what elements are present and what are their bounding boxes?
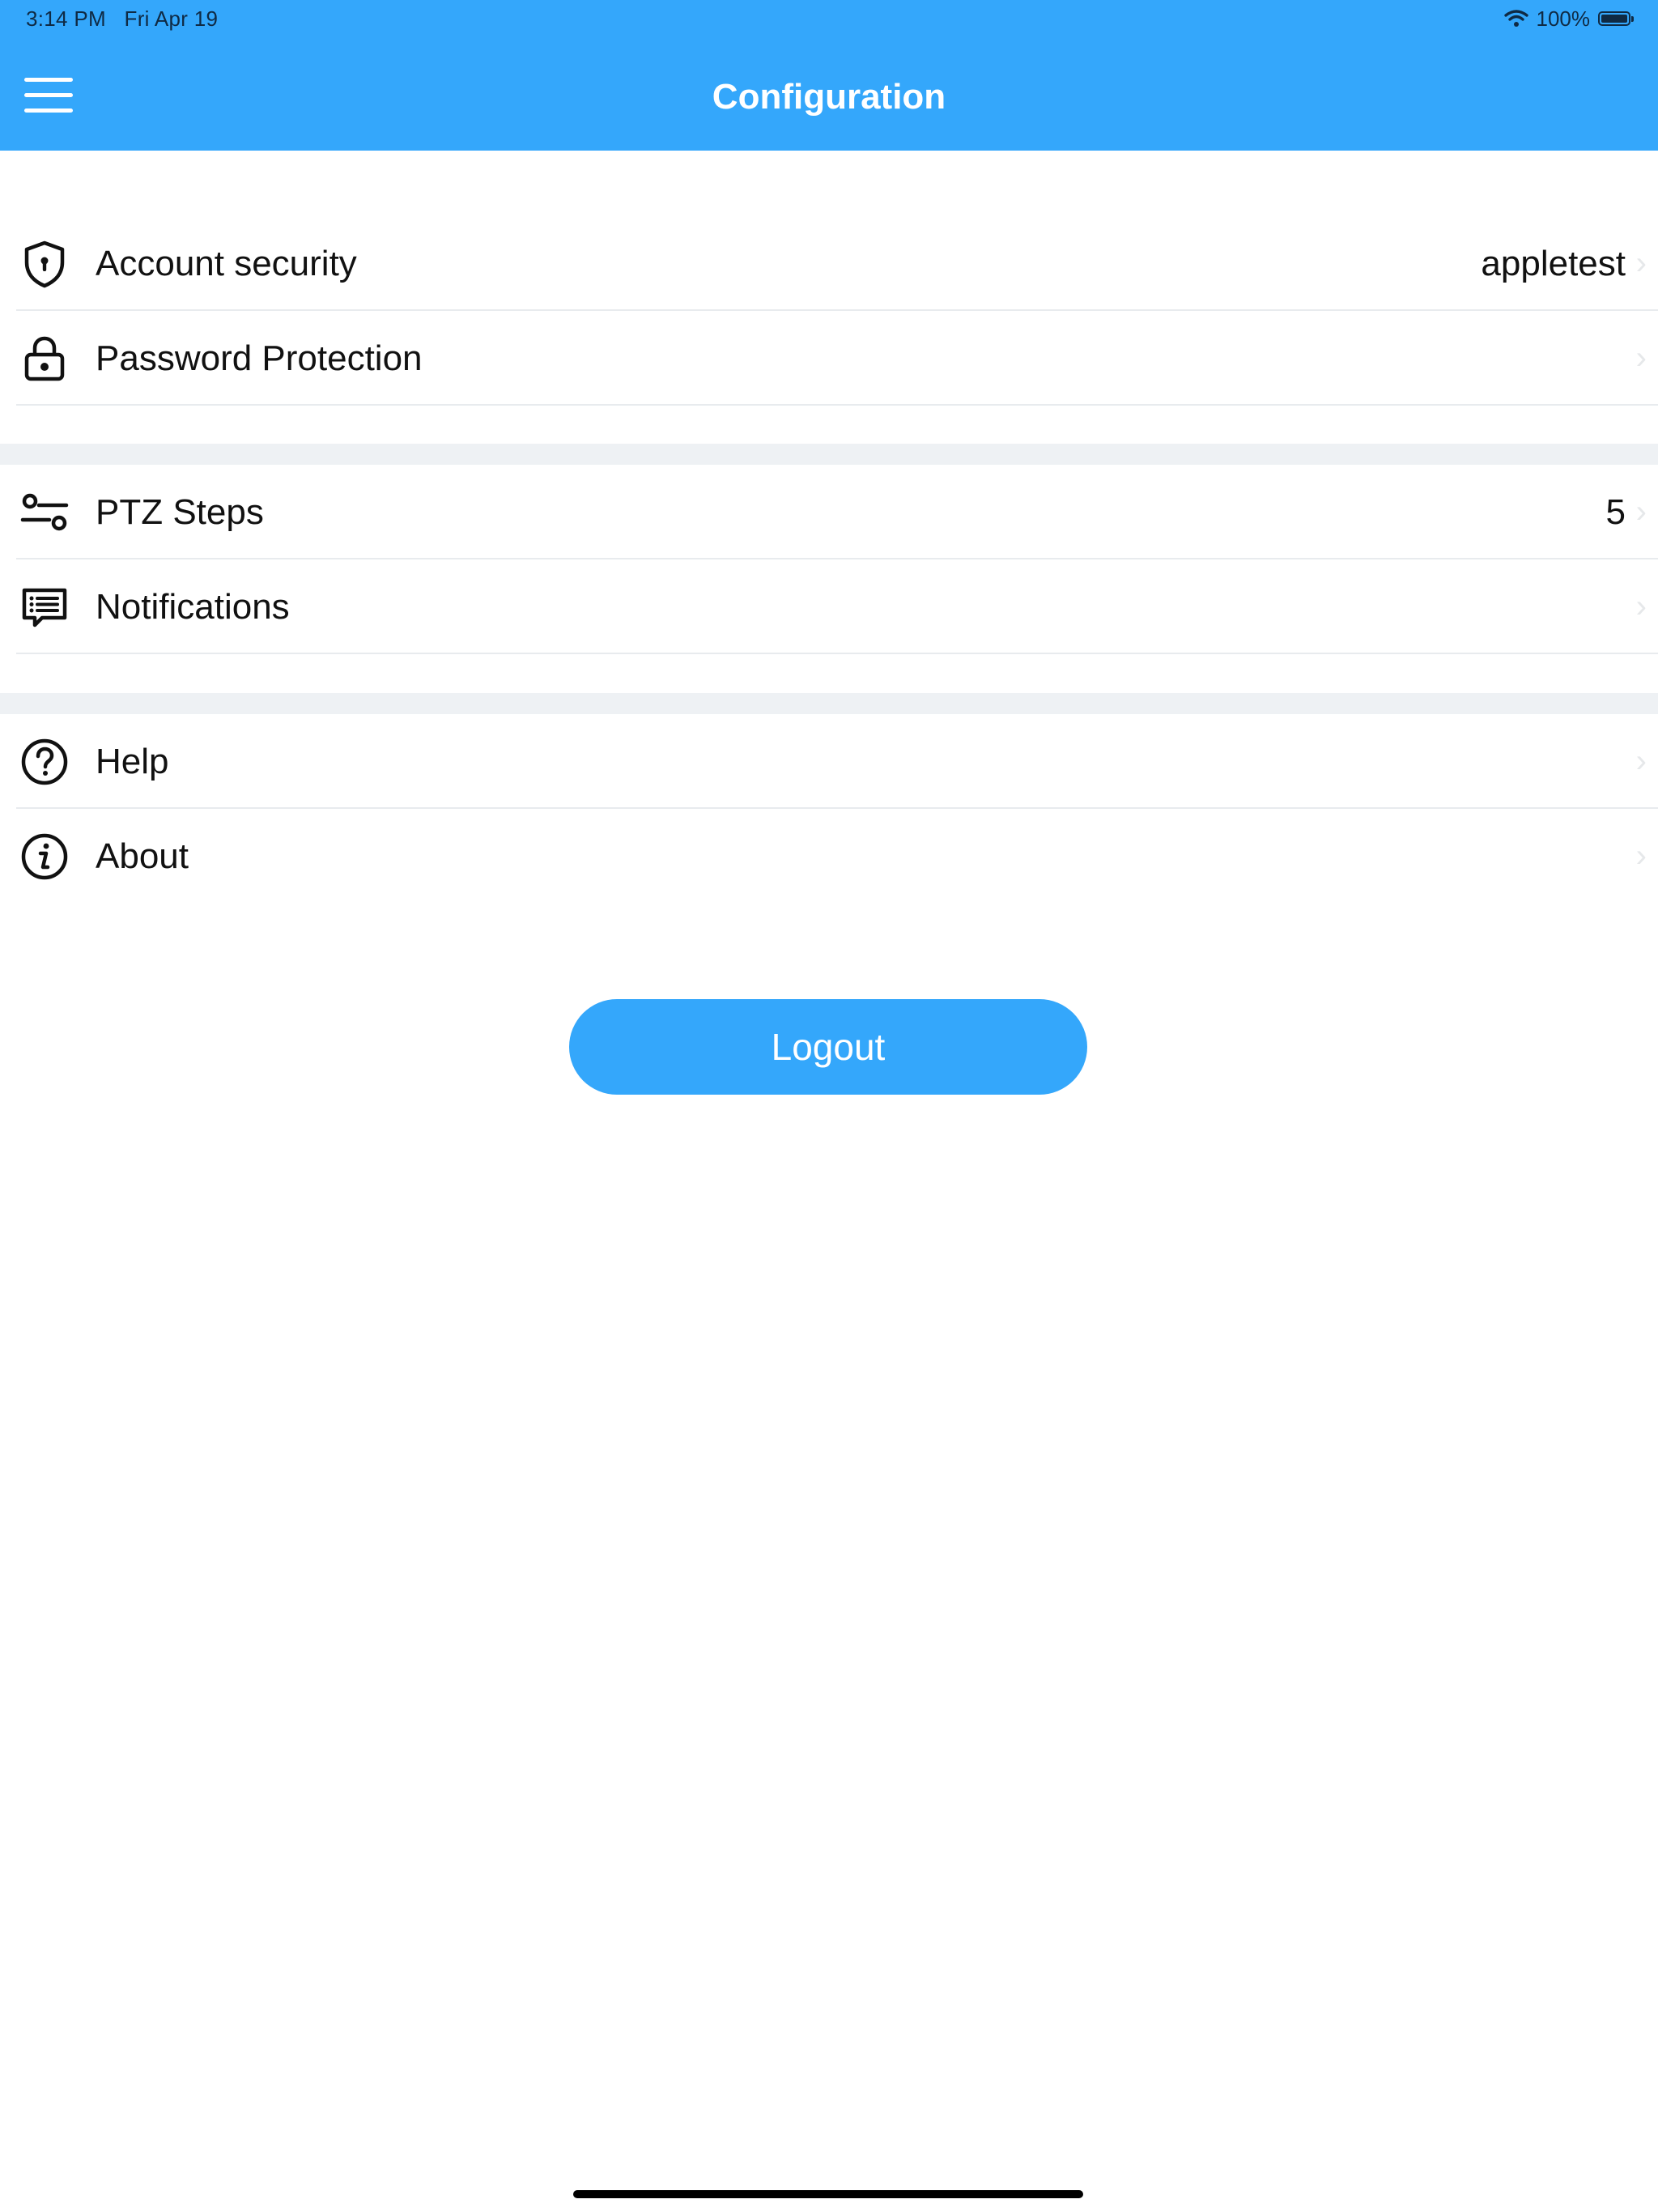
account-security-label: Account security: [96, 244, 357, 283]
battery-icon: [1598, 11, 1634, 26]
help-label: Help: [96, 742, 169, 781]
chevron-right-icon: ›: [1635, 340, 1647, 376]
status-time: 3:14 PM Fri Apr 19: [26, 6, 219, 31]
account-section: Account security appletest › Password Pr…: [0, 216, 1658, 406]
home-indicator[interactable]: [573, 2190, 1083, 2198]
battery-percentage: 100%: [1536, 6, 1591, 31]
ptz-steps-row[interactable]: PTZ Steps 5 ›: [0, 465, 1658, 559]
ptz-steps-label: PTZ Steps: [96, 492, 264, 532]
help-row[interactable]: Help ›: [0, 714, 1658, 809]
support-section: Help › About ›: [0, 714, 1658, 904]
chevron-right-icon: ›: [1635, 245, 1647, 281]
lock-icon: [24, 336, 65, 381]
question-circle-icon: [21, 738, 68, 785]
divider: [16, 404, 1658, 406]
about-label: About: [96, 836, 189, 876]
notifications-label: Notifications: [96, 587, 290, 627]
status-date: Fri Apr 19: [124, 6, 219, 31]
chevron-right-icon: ›: [1635, 838, 1647, 874]
account-security-value: appletest: [1481, 244, 1626, 283]
chevron-right-icon: ›: [1635, 589, 1647, 624]
section-gap: [0, 693, 1658, 714]
chevron-right-icon: ›: [1635, 494, 1647, 530]
status-indicators: 100%: [1503, 6, 1634, 31]
message-icon: [22, 588, 67, 627]
logout-button[interactable]: Logout: [569, 999, 1087, 1095]
ptz-steps-value: 5: [1605, 492, 1626, 532]
about-row[interactable]: About ›: [0, 809, 1658, 904]
shield-icon: [24, 240, 65, 288]
section-gap: [0, 444, 1658, 465]
navigation-bar: 3:14 PM Fri Apr 19 100% Configuration: [0, 0, 1658, 151]
device-section: PTZ Steps 5 › Notifications ›: [0, 465, 1658, 654]
account-security-row[interactable]: Account security appletest ›: [0, 216, 1658, 311]
divider: [16, 653, 1658, 654]
password-protection-row[interactable]: Password Protection ›: [0, 311, 1658, 406]
notifications-row[interactable]: Notifications ›: [0, 559, 1658, 654]
password-protection-label: Password Protection: [96, 338, 423, 378]
page-title: Configuration: [712, 77, 946, 117]
sliders-icon: [20, 493, 69, 531]
wifi-icon: [1503, 10, 1528, 27]
info-circle-icon: [21, 833, 68, 880]
chevron-right-icon: ›: [1635, 743, 1647, 779]
